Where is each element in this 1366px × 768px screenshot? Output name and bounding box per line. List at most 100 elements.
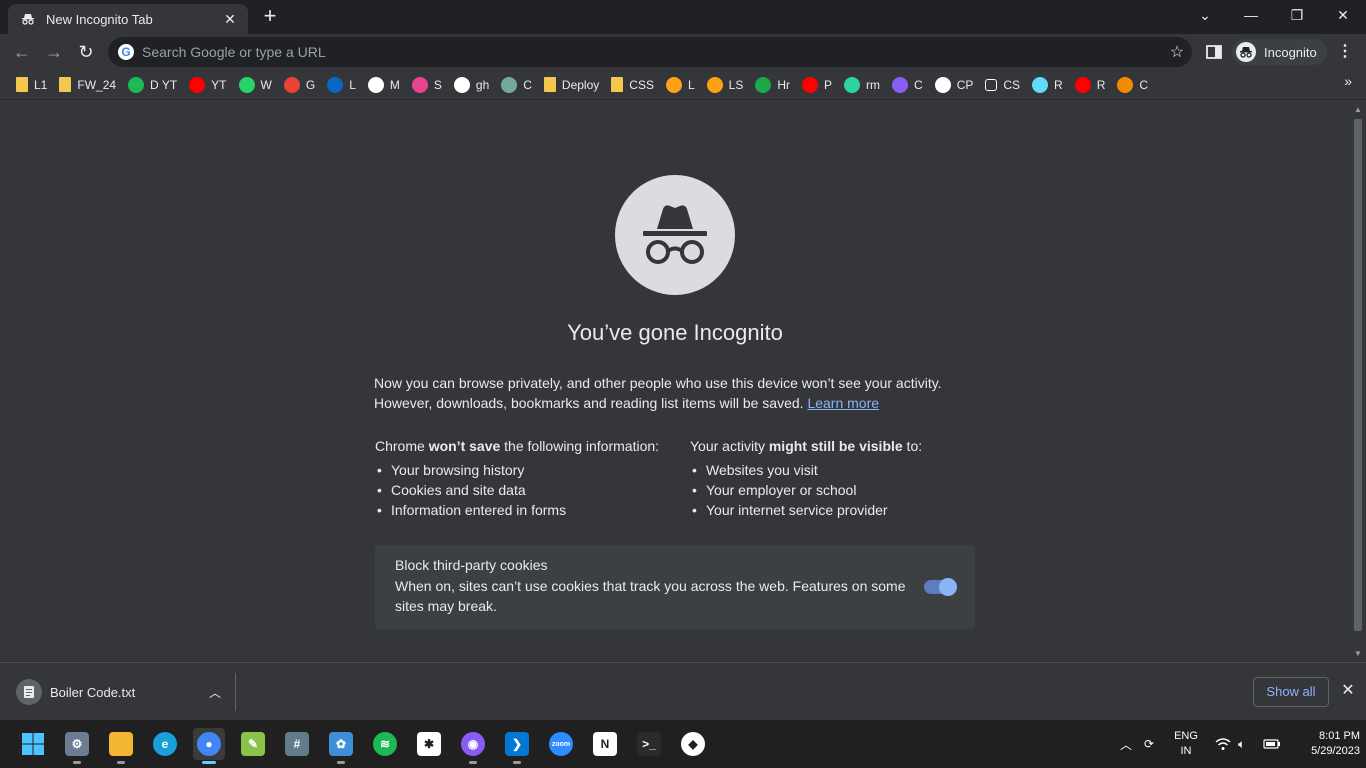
- notepad-icon: ✎: [241, 732, 265, 756]
- bookmark-item[interactable]: M: [364, 73, 404, 97]
- wand-icon: [892, 76, 909, 93]
- tab-search-icon[interactable]: ⌄: [1182, 0, 1228, 30]
- taskbar-edge[interactable]: e: [149, 728, 181, 760]
- bookmark-item[interactable]: gh: [450, 73, 493, 97]
- omnibox[interactable]: G Search Google or type a URL ☆: [108, 37, 1192, 67]
- youtube-icon: [1074, 76, 1091, 93]
- bookmarks-overflow-icon[interactable]: »: [1344, 73, 1352, 89]
- taskbar-spotify[interactable]: ≋: [369, 728, 401, 760]
- bookmark-item[interactable]: C: [888, 73, 927, 97]
- taskbar-mongodb-compass[interactable]: ◆: [677, 728, 709, 760]
- scroll-up-arrow-icon[interactable]: ▲: [1353, 105, 1363, 114]
- calculator-icon: #: [285, 732, 309, 756]
- minimize-button[interactable]: —: [1228, 0, 1274, 30]
- bookmark-item[interactable]: S: [408, 73, 446, 97]
- tab-new-incognito[interactable]: New Incognito Tab ✕: [8, 4, 248, 34]
- whatsapp-icon: [238, 76, 255, 93]
- sync-icon[interactable]: ⟳: [1144, 720, 1154, 768]
- bookmark-item[interactable]: C: [1113, 73, 1152, 97]
- taskbar-settings[interactable]: ⚙: [61, 728, 93, 764]
- bookmark-item[interactable]: Deploy: [540, 73, 603, 97]
- taskbar-vscode[interactable]: ❯: [501, 728, 533, 764]
- omnibox-placeholder[interactable]: Search Google or type a URL: [142, 44, 1162, 60]
- toggle-knob: [939, 578, 957, 596]
- close-window-button[interactable]: ✕: [1320, 0, 1366, 30]
- bookmark-item[interactable]: Hr: [751, 73, 794, 97]
- bookmark-label: C: [523, 77, 532, 92]
- bookmark-item[interactable]: CS: [981, 73, 1024, 97]
- bookmark-item[interactable]: L1: [12, 73, 51, 97]
- running-indicator: [469, 761, 477, 764]
- volume-icon[interactable]: 🔈︎: [1238, 720, 1245, 768]
- rm-icon: [844, 76, 861, 93]
- bookmark-label: L: [687, 77, 695, 92]
- taskbar-notepad[interactable]: ✎: [237, 728, 269, 760]
- bookmark-item[interactable]: R: [1071, 73, 1110, 97]
- clock[interactable]: 8:01 PM 5/29/2023: [1290, 729, 1360, 759]
- bookmark-item[interactable]: CP: [931, 73, 978, 97]
- taskbar-slack[interactable]: ✱: [413, 728, 445, 760]
- close-shelf-icon[interactable]: ✕: [1338, 681, 1358, 701]
- show-hidden-icons[interactable]: ︿: [1120, 720, 1132, 768]
- edge-icon: e: [153, 732, 177, 756]
- chatgpt-icon: [501, 76, 518, 93]
- learn-more-link[interactable]: Learn more: [807, 395, 879, 411]
- bookmark-item[interactable]: LS: [703, 73, 748, 97]
- tab-close-icon[interactable]: ✕: [222, 11, 238, 27]
- bookmark-item[interactable]: D YT: [124, 73, 181, 97]
- taskbar-calculator[interactable]: #: [281, 728, 313, 760]
- bookmark-label: YT: [211, 77, 227, 92]
- block-cookies-toggle[interactable]: [924, 578, 957, 596]
- clock-time: 8:01 PM: [1319, 730, 1360, 742]
- taskbar-zoom[interactable]: zoom: [545, 728, 577, 760]
- bookmark-item[interactable]: YT: [185, 73, 230, 97]
- file-icon: [16, 679, 42, 705]
- profile-button[interactable]: Incognito: [1232, 39, 1327, 65]
- taskbar-file-explorer[interactable]: [105, 728, 137, 764]
- gmail-icon: [283, 76, 300, 93]
- show-all-button[interactable]: Show all: [1253, 677, 1329, 707]
- notion-icon: N: [593, 732, 617, 756]
- menu-icon[interactable]: ⋮: [1336, 41, 1354, 63]
- taskbar-chrome[interactable]: ●: [193, 728, 225, 764]
- back-button[interactable]: ←: [9, 39, 35, 65]
- swirl-icon: [411, 76, 428, 93]
- bookmark-star-icon[interactable]: ☆: [1162, 42, 1192, 62]
- bookmark-item[interactable]: CSS: [607, 73, 658, 97]
- battery-icon[interactable]: [1263, 720, 1281, 768]
- taskbar-terminal[interactable]: >_: [633, 728, 665, 760]
- bookmark-item[interactable]: P: [798, 73, 836, 97]
- bookmark-item[interactable]: G: [280, 73, 319, 97]
- folder-icon: [611, 77, 624, 92]
- restore-button[interactable]: ❐: [1274, 0, 1320, 30]
- codepen-icon: [934, 76, 951, 93]
- bookmark-item[interactable]: rm: [840, 73, 884, 97]
- chevron-up-icon[interactable]: ︿: [205, 684, 225, 701]
- download-item[interactable]: Boiler Code.txt ︿: [12, 673, 236, 711]
- paint-icon: ✿: [329, 732, 353, 756]
- forward-button[interactable]: →: [41, 39, 67, 65]
- wifi-icon[interactable]: [1215, 720, 1231, 768]
- reload-button[interactable]: ↻: [73, 39, 99, 65]
- scroll-down-arrow-icon[interactable]: ▼: [1353, 649, 1363, 658]
- incognito-logo-icon: [615, 175, 735, 295]
- running-indicator: [202, 761, 216, 764]
- language-indicator[interactable]: ENG IN: [1170, 729, 1202, 759]
- start-button[interactable]: [17, 728, 49, 760]
- scrollbar[interactable]: ▲ ▼: [1350, 101, 1366, 662]
- bookmark-item[interactable]: L: [662, 73, 699, 97]
- new-tab-button[interactable]: +: [258, 5, 282, 28]
- side-panel-icon[interactable]: [1204, 42, 1224, 62]
- taskbar-notion[interactable]: N: [589, 728, 621, 760]
- taskbar-github-desktop[interactable]: ◉: [457, 728, 489, 764]
- bookmark-item[interactable]: C: [497, 73, 536, 97]
- bookmark-item[interactable]: FW_24: [55, 73, 120, 97]
- taskbar-paint[interactable]: ✿: [325, 728, 357, 764]
- taskbar: ⚙ e ● ✎ # ✿ ≋ ✱ ◉ ❯ zoom N >_ ◆ ︿ ⟳ ENG IN 🔈︎ 8:01 PM…: [0, 720, 1366, 768]
- bookmark-item[interactable]: W: [235, 73, 276, 97]
- bookmark-item[interactable]: L: [323, 73, 360, 97]
- list-item: Information entered in forms: [375, 500, 675, 520]
- scroll-thumb[interactable]: [1354, 119, 1362, 631]
- bookmark-item[interactable]: R: [1028, 73, 1067, 97]
- folder-icon: [543, 77, 556, 92]
